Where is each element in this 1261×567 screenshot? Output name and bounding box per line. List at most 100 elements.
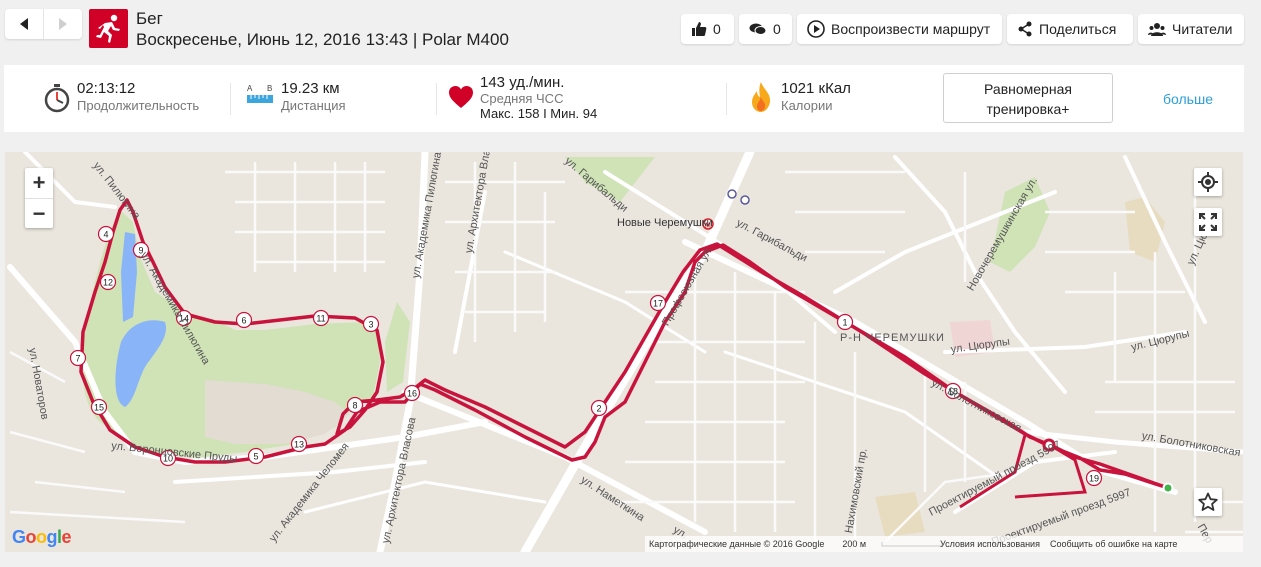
km-marker: 17 — [649, 294, 667, 312]
km-marker: 3 — [362, 315, 380, 333]
navigation-group — [5, 9, 82, 39]
followers-label: Читатели — [1172, 21, 1233, 37]
km-marker: 4 — [97, 225, 115, 243]
next-button[interactable] — [43, 9, 81, 39]
heart-rate-value: 143 уд./мин. — [480, 74, 565, 91]
km-marker: 13 — [290, 435, 308, 453]
share-icon — [1018, 21, 1032, 37]
comments-icon — [749, 23, 767, 35]
share-label: Поделиться — [1039, 21, 1117, 37]
heart-rate-stat: 143 уд./мин. Средняя ЧСС Макс. 158 I Мин… — [448, 65, 708, 132]
km-marker-label: 7 — [75, 354, 80, 364]
heart-rate-label: Средняя ЧСС — [480, 91, 564, 106]
duration-value: 02:13:12 — [77, 80, 136, 97]
park-area — [385, 302, 410, 392]
km-marker-label: 16 — [407, 389, 417, 399]
my-location-button[interactable] — [1194, 168, 1222, 196]
training-benefit-line2: тренировка+ — [986, 101, 1070, 117]
km-marker: 1 — [836, 313, 854, 331]
distance-stat: A B 19.23 км Дистанция — [246, 65, 426, 132]
km-marker: 6 — [235, 311, 253, 329]
km-marker-label: 11 — [316, 314, 325, 324]
like-count: 0 — [713, 21, 721, 37]
km-marker-label: 15 — [94, 403, 104, 413]
stopwatch-icon — [44, 84, 70, 113]
distance-icon: A B — [247, 84, 273, 103]
calories-stat: 1021 кКал Калории — [750, 65, 920, 132]
fullscreen-button[interactable] — [1194, 208, 1222, 236]
km-marker: 16 — [403, 384, 421, 402]
km-marker: 11 — [312, 309, 330, 327]
play-circle-icon — [807, 20, 825, 38]
km-marker: 8 — [346, 396, 364, 414]
share-button[interactable]: Поделиться — [1007, 14, 1133, 44]
distance-value: 19.23 км — [281, 80, 340, 97]
replay-route-label: Воспроизвести маршрут — [831, 21, 991, 37]
km-marker: 5 — [247, 447, 265, 465]
km-marker-label: 3 — [368, 320, 373, 330]
zoom-control: + − — [25, 168, 53, 228]
km-marker: 7 — [69, 349, 87, 367]
km-marker: 19 — [1085, 469, 1103, 487]
km-marker: 12 — [99, 273, 117, 291]
km-marker-label: 6 — [241, 316, 246, 326]
km-marker-label: 2 — [596, 404, 601, 414]
terms-link[interactable]: Условия использования — [940, 539, 1040, 549]
km-marker-label: 4 — [103, 230, 108, 240]
scale-label: 200 м — [842, 539, 867, 549]
divider — [230, 83, 231, 115]
district-label: Р-Н ЧЕРЕМУШКИ — [840, 332, 945, 344]
followers-button[interactable]: Читатели — [1138, 14, 1244, 44]
training-benefit-line1: Равномерная — [984, 81, 1072, 97]
metro-station-label: Новые Черемушки — [617, 217, 713, 229]
summary-panel: 02:13:12 Продолжительность A B 19.23 км … — [4, 65, 1244, 132]
duration-label: Продолжительность — [77, 98, 200, 113]
zoom-out-button[interactable]: − — [25, 198, 53, 228]
top-bar: Бег Воскресенье, Июнь 12, 2016 13:43 | P… — [0, 0, 1261, 60]
route-map[interactable]: M 1 2 3 4 5 6 7 8 9 10 11 12 13 14 15 16 17 18 19 ул. Пилю… — [5, 152, 1243, 552]
km-marker: 15 — [90, 398, 108, 416]
more-link[interactable]: больше — [1163, 91, 1213, 107]
star-icon — [1198, 492, 1218, 511]
sport-title: Бег — [136, 9, 163, 28]
followers-icon — [1148, 23, 1166, 36]
replay-route-button[interactable]: Воспроизвести маршрут — [797, 14, 1002, 44]
divider — [726, 83, 727, 115]
previous-button[interactable] — [5, 9, 43, 39]
route-start-marker[interactable] — [1162, 482, 1174, 494]
google-logo[interactable]: Google — [12, 527, 72, 548]
heart-icon — [449, 86, 473, 108]
distance-icon-a: A — [247, 84, 253, 93]
arrow-right-icon — [58, 18, 67, 30]
flame-icon — [752, 82, 771, 112]
comment-count: 0 — [773, 21, 781, 37]
km-marker-label: 13 — [294, 440, 304, 450]
zoom-in-button[interactable]: + — [25, 168, 53, 198]
duration-stat: 02:13:12 Продолжительность — [44, 65, 224, 132]
calories-label: Калории — [781, 98, 833, 113]
km-marker-label: 5 — [253, 452, 258, 462]
sand-area — [875, 492, 925, 537]
distance-label: Дистанция — [281, 98, 346, 113]
km-marker-label: 19 — [1089, 474, 1099, 484]
km-marker-label: 17 — [653, 299, 663, 309]
fullscreen-icon — [1199, 213, 1217, 231]
km-marker-label: 1 — [842, 318, 847, 328]
arrow-left-icon — [20, 18, 28, 30]
km-marker: 2 — [590, 399, 608, 417]
favorite-button[interactable] — [1194, 488, 1222, 516]
km-marker-label: 12 — [103, 278, 113, 288]
heart-rate-minmax: Макс. 158 I Мин. 94 — [480, 106, 598, 121]
like-button[interactable]: 0 — [681, 14, 734, 44]
calories-value: 1021 кКал — [781, 80, 851, 97]
thumbs-up-icon — [692, 22, 707, 36]
training-benefit-button[interactable]: Равномерная тренировка+ — [943, 73, 1113, 123]
running-icon — [89, 9, 128, 48]
map-footer: Картографические данные © 2016 Google 20… — [645, 536, 1243, 552]
session-subtitle: Воскресенье, Июнь 12, 2016 13:43 | Polar… — [136, 30, 509, 49]
distance-icon-b: B — [267, 84, 272, 93]
report-error-link[interactable]: Сообщить об ошибке на карте — [1050, 539, 1177, 549]
divider — [436, 83, 437, 115]
comment-button[interactable]: 0 — [739, 14, 792, 44]
crosshair-icon — [1198, 172, 1218, 192]
